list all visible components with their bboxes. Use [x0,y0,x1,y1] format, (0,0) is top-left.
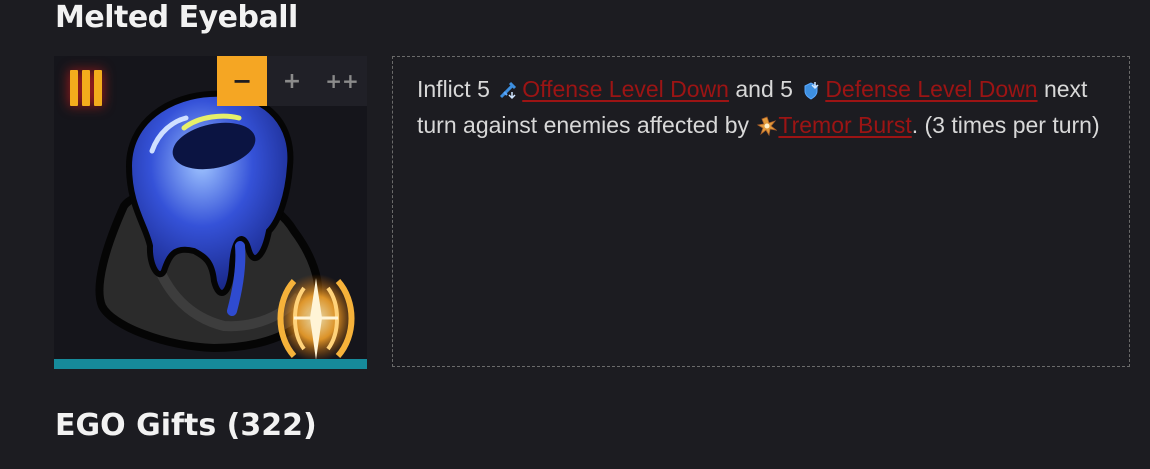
section-title: EGO Gifts (322) [55,408,317,443]
desc-text: Inflict 5 [417,76,490,102]
upgrade-selector: − + ++ [217,56,367,106]
defense-level-down-icon [804,82,819,100]
desc-text: and 5 [735,76,793,102]
tremor-keyword-icon [276,274,356,362]
tremor-burst-icon [757,116,778,136]
tremor-burst-link[interactable]: Tremor Burst [778,112,911,138]
desc-text: . (3 times per turn) [911,112,1100,138]
card-bottom-bar [54,359,367,369]
upgrade-plusplus-button[interactable]: ++ [317,56,367,106]
offense-level-down-link[interactable]: Offense Level Down [522,76,729,102]
offense-level-down-icon [500,81,517,100]
upgrade-plus-button[interactable]: + [267,56,317,106]
tier-badge [70,70,102,106]
gift-card: − + ++ [54,56,367,369]
gift-title: Melted Eyeball [55,0,298,35]
defense-level-down-link[interactable]: Defense Level Down [825,76,1037,102]
upgrade-base-button[interactable]: − [217,56,267,106]
gift-description: Inflict 5 Offense Level Down and 5 Defen… [392,56,1130,367]
